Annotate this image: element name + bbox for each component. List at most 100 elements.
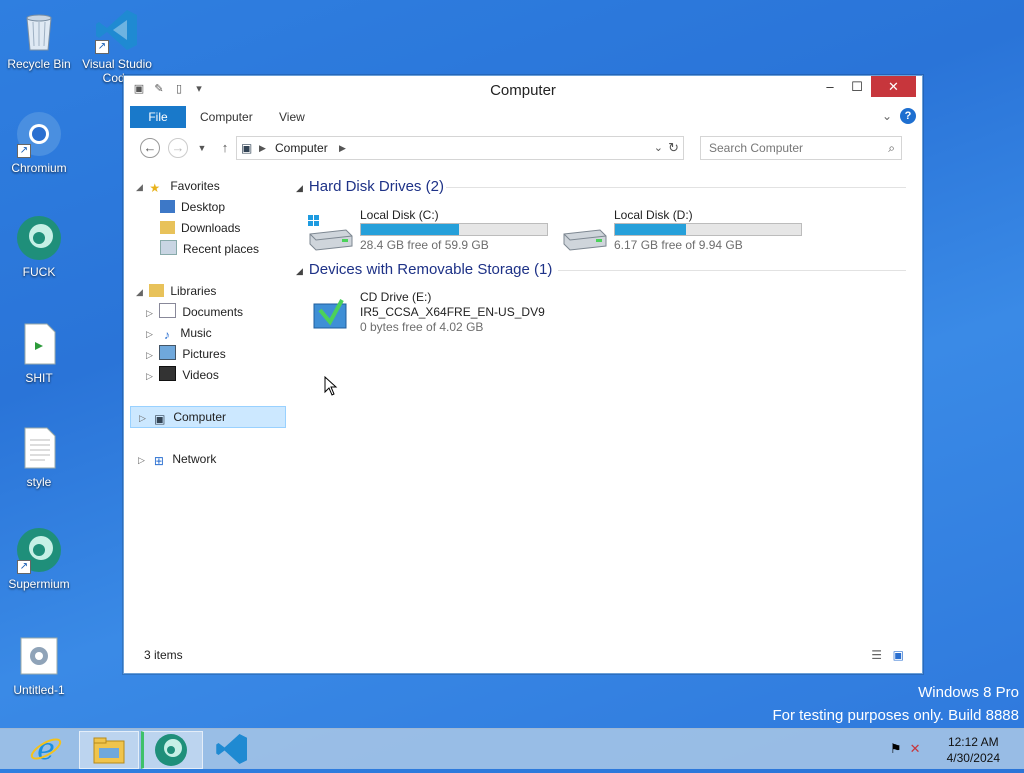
- expand-ribbon-icon[interactable]: ⌄: [882, 109, 892, 123]
- nav-label: Documents: [182, 305, 244, 319]
- title-bar[interactable]: ▣ ✎ ▯ ▾ Computer – ☐ ✕: [124, 76, 922, 104]
- nav-label: Downloads: [181, 221, 241, 235]
- nav-label: Videos: [182, 368, 219, 382]
- vscode-icon: [216, 734, 247, 764]
- videos-icon: [159, 366, 177, 381]
- taskbar: e ⚑ ✕ 12:12 AM 4/30/2024: [0, 728, 1024, 769]
- drive-usage-fill: [361, 224, 459, 235]
- up-button[interactable]: ↑: [215, 138, 235, 158]
- recent-locations-icon[interactable]: ▼: [192, 138, 212, 158]
- minimize-button[interactable]: –: [817, 76, 843, 97]
- expand-icon[interactable]: ▷: [139, 408, 149, 428]
- action-center-flag-icon[interactable]: ⚑: [890, 741, 902, 757]
- refresh-icon[interactable]: ↻: [668, 137, 679, 159]
- forward-button[interactable]: →: [168, 138, 188, 158]
- expand-icon[interactable]: ▷: [146, 303, 156, 323]
- supermium-icon: [155, 734, 187, 766]
- maximize-button[interactable]: ☐: [844, 76, 870, 97]
- address-dropdown-icon[interactable]: ⌄: [654, 137, 663, 159]
- supermium-icon: ↗: [15, 526, 63, 574]
- expand-icon[interactable]: ▷: [138, 450, 148, 470]
- taskbar-clock[interactable]: 12:12 AM 4/30/2024: [947, 734, 1000, 766]
- address-bar[interactable]: ▣ ▶ Computer ▶ ⌄ ↻: [236, 136, 684, 160]
- nav-videos[interactable]: ▷ Videos: [146, 365, 219, 385]
- group-header-removable-storage[interactable]: ◢ Devices with Removable Storage (1): [296, 261, 552, 278]
- computer-icon: ▣: [154, 412, 166, 426]
- drive-c[interactable]: Local Disk (C:) 28.4 GB free of 59.9 GB: [306, 208, 556, 256]
- drive-free-space: 0 bytes free of 4.02 GB: [360, 320, 484, 334]
- nav-recent-places[interactable]: Recent places: [160, 239, 259, 259]
- large-icons-view-icon[interactable]: ▣: [893, 644, 904, 666]
- documents-icon: [159, 303, 177, 318]
- close-button[interactable]: ✕: [871, 76, 916, 97]
- back-button[interactable]: ←: [140, 138, 160, 158]
- shortcut-arrow-icon: ↗: [17, 560, 31, 574]
- watermark-edition: Windows 8 Pro: [918, 684, 1019, 701]
- group-header-hard-disk-drives[interactable]: ◢ Hard Disk Drives (2): [296, 178, 444, 195]
- help-icon[interactable]: ?: [900, 108, 916, 124]
- desktop-icon-supermium[interactable]: ↗ Supermium: [1, 526, 77, 591]
- breadcrumb-computer[interactable]: Computer: [275, 137, 328, 159]
- search-box[interactable]: Search Computer ⌕: [700, 136, 902, 160]
- expand-icon[interactable]: ▷: [146, 366, 156, 386]
- desktop-icon-label: Supermium: [8, 577, 70, 591]
- nav-label: Libraries: [170, 284, 217, 298]
- nav-label: Favorites: [170, 179, 220, 193]
- details-view-icon[interactable]: ☰: [871, 644, 882, 666]
- collapse-icon[interactable]: ◢: [136, 177, 146, 197]
- tab-file[interactable]: File: [130, 106, 186, 128]
- nav-computer[interactable]: ▷ ▣ Computer: [130, 406, 286, 428]
- supermium-app-icon: [15, 214, 63, 262]
- chromium-icon: ↗: [15, 110, 63, 158]
- nav-favorites[interactable]: ◢ ★ Favorites: [136, 176, 220, 196]
- collapse-group-icon[interactable]: ◢: [296, 183, 303, 193]
- tab-view[interactable]: View: [267, 106, 317, 128]
- nav-network[interactable]: ▷ ⊞ Network: [138, 449, 216, 469]
- taskbar-supermium[interactable]: [141, 731, 203, 769]
- text-file-icon: [15, 424, 63, 472]
- desktop-icon-untitled[interactable]: Untitled-1: [1, 632, 77, 697]
- nav-label: Computer: [173, 410, 227, 424]
- nav-libraries[interactable]: ◢ Libraries: [136, 281, 216, 301]
- nav-downloads[interactable]: Downloads: [160, 218, 240, 238]
- internet-explorer-icon: e: [30, 732, 62, 767]
- drive-free-space: 6.17 GB free of 9.94 GB: [614, 238, 743, 252]
- ribbon-tabs: File Computer View ⌄ ?: [130, 106, 916, 128]
- desktop-icon-chromium[interactable]: ↗ Chromium: [1, 110, 77, 175]
- drive-usage-bar: [360, 223, 548, 236]
- collapse-icon[interactable]: ◢: [136, 282, 146, 302]
- taskbar-internet-explorer[interactable]: e: [17, 731, 75, 767]
- desktop-icon-label: FUCK: [22, 265, 56, 279]
- drive-d[interactable]: Local Disk (D:) 6.17 GB free of 9.94 GB: [560, 208, 810, 256]
- desktop-icon-fuck[interactable]: FUCK: [1, 214, 77, 279]
- nav-music[interactable]: ▷ ♪ Music: [146, 323, 212, 343]
- taskbar-vscode[interactable]: [203, 731, 261, 767]
- collapse-group-icon[interactable]: ◢: [296, 266, 303, 276]
- nav-documents[interactable]: ▷ Documents: [146, 302, 243, 322]
- network-disconnected-icon[interactable]: ✕: [910, 741, 921, 757]
- taskbar-file-explorer[interactable]: [79, 731, 139, 769]
- desktop-icon-style[interactable]: style: [1, 424, 77, 489]
- desktop-folder-icon: [160, 200, 175, 213]
- drive-name: Local Disk (D:): [614, 208, 693, 222]
- expand-icon[interactable]: ▷: [146, 345, 156, 365]
- drive-usage-bar: [614, 223, 802, 236]
- nav-pictures[interactable]: ▷ Pictures: [146, 344, 226, 364]
- drive-volume-label: IR5_CCSA_X64FRE_EN-US_DV9: [360, 305, 545, 319]
- pictures-icon: [159, 345, 177, 360]
- drive-free-space: 28.4 GB free of 59.9 GB: [360, 238, 489, 252]
- expand-icon[interactable]: ▷: [146, 324, 156, 344]
- mouse-cursor-icon: [324, 376, 338, 396]
- desktop-icon-shit[interactable]: SHIT: [1, 320, 77, 385]
- vscode-icon: ↗: [93, 6, 141, 54]
- tab-computer[interactable]: Computer: [188, 106, 265, 128]
- group-title: Hard Disk Drives (2): [308, 178, 444, 195]
- drive-cd-e[interactable]: CD Drive (E:) IR5_CCSA_X64FRE_EN-US_DV9 …: [306, 290, 626, 342]
- desktop-icon-label: style: [26, 475, 52, 489]
- network-icon: ⊞: [153, 454, 164, 468]
- desktop-icon-recycle-bin[interactable]: Recycle Bin: [1, 6, 77, 71]
- search-input[interactable]: Search Computer: [709, 137, 803, 159]
- clock-date: 4/30/2024: [946, 751, 1000, 765]
- desktop-icon-label: Recycle Bin: [7, 57, 71, 71]
- nav-desktop[interactable]: Desktop: [160, 197, 225, 217]
